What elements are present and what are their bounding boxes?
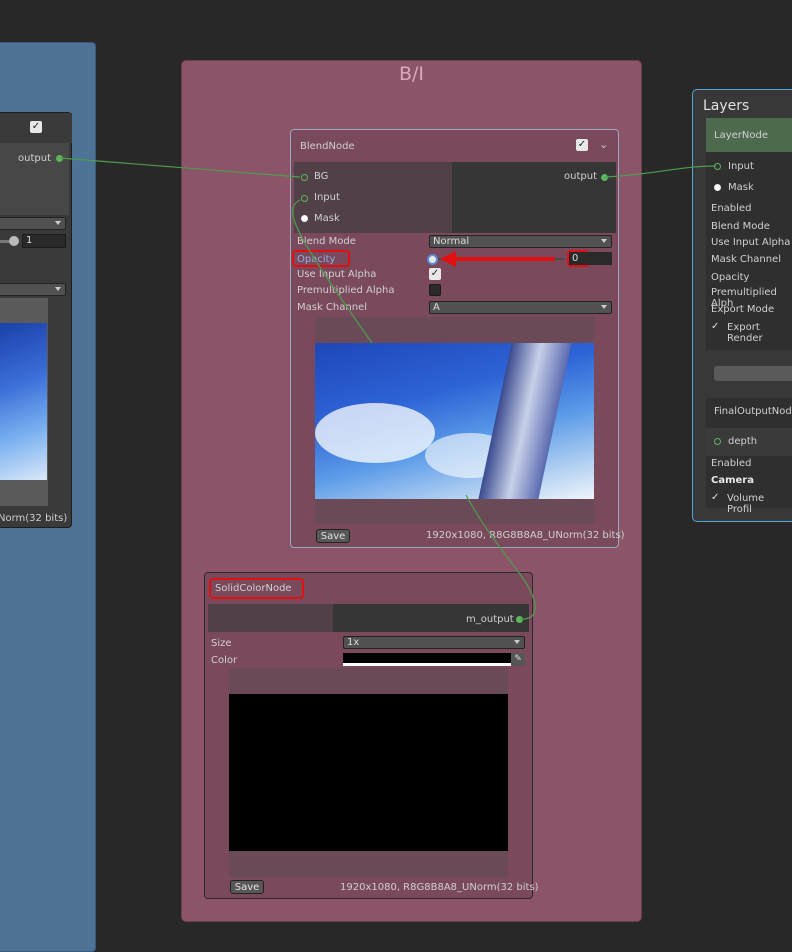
edge-solid-to-input[interactable] (292, 199, 373, 344)
red-arrow-head-icon (440, 251, 456, 267)
edges-overlay (59, 157, 717, 620)
edge-solid-output[interactable] (465, 494, 536, 620)
edge-left-to-bg[interactable] (59, 157, 301, 178)
edge-blend-to-layer[interactable] (604, 165, 717, 178)
